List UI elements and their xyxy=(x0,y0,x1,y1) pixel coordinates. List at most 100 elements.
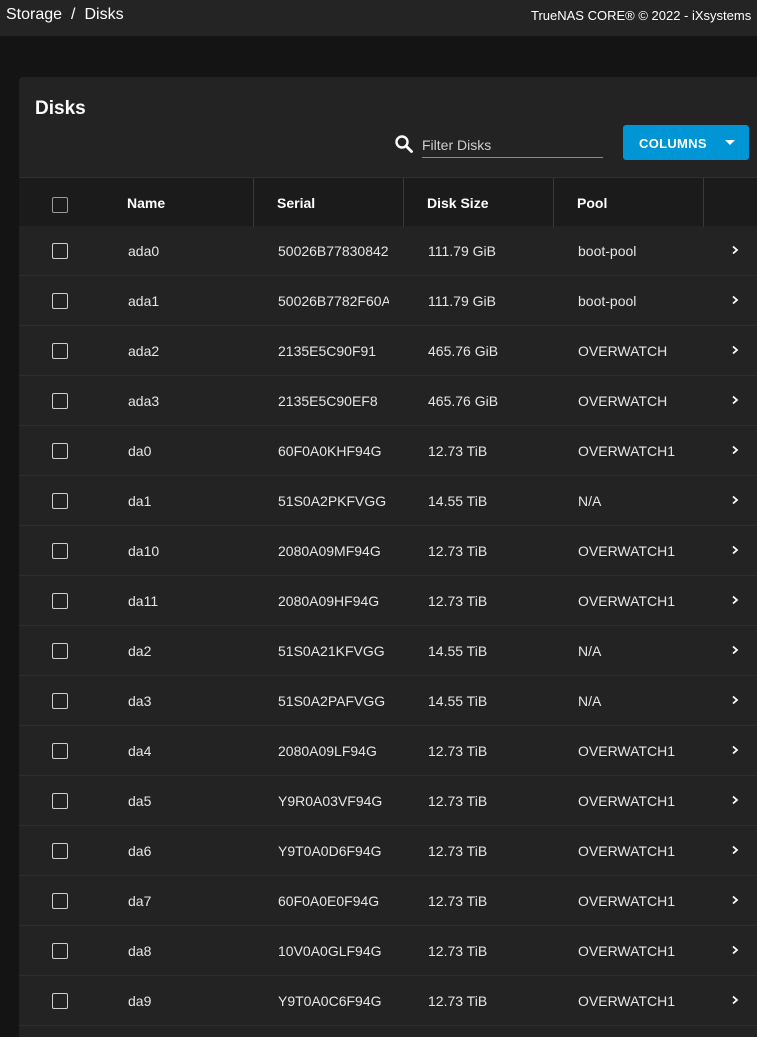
table-row[interactable]: da5 Y9R0A03VF94G 12.73 TiB OVERWATCH1 xyxy=(19,776,757,826)
disk-size: 12.73 TiB xyxy=(428,943,488,959)
row-checkbox[interactable] xyxy=(52,243,68,259)
chevron-right-icon[interactable] xyxy=(731,795,739,805)
table-body: ada0 50026B77830842 111.79 GiB boot-pool ada… xyxy=(19,226,757,1026)
breadcrumb-separator: / xyxy=(71,6,76,23)
disk-serial: 2080A09LF94G xyxy=(278,743,377,759)
disk-name: da3 xyxy=(128,693,152,709)
chevron-right-icon[interactable] xyxy=(731,695,739,705)
disk-size: 12.73 TiB xyxy=(428,893,488,909)
column-header-pool[interactable]: Pool xyxy=(577,195,607,211)
disk-pool: OVERWATCH1 xyxy=(578,843,675,859)
chevron-right-icon[interactable] xyxy=(731,645,739,655)
disk-pool: OVERWATCH1 xyxy=(578,593,675,609)
disk-pool: OVERWATCH xyxy=(578,343,668,359)
column-header-name[interactable]: Name xyxy=(127,195,165,211)
table-row[interactable]: da11 2080A09HF94G 12.73 TiB OVERWATCH1 xyxy=(19,576,757,626)
column-divider xyxy=(403,178,404,227)
chevron-right-icon[interactable] xyxy=(731,445,739,455)
table-row[interactable]: da4 2080A09LF94G 12.73 TiB OVERWATCH1 xyxy=(19,726,757,776)
disk-pool: OVERWATCH1 xyxy=(578,793,675,809)
disk-pool: OVERWATCH1 xyxy=(578,943,675,959)
table-row[interactable]: da9 Y9T0A0C6F94G 12.73 TiB OVERWATCH1 xyxy=(19,976,757,1026)
disk-name: ada1 xyxy=(128,293,160,309)
disk-serial: 60F0A0KHF94G xyxy=(278,443,382,459)
row-checkbox[interactable] xyxy=(52,793,68,809)
disk-pool: N/A xyxy=(578,643,602,659)
select-all-checkbox[interactable] xyxy=(52,197,68,213)
disk-pool: boot-pool xyxy=(578,293,637,309)
disk-size: 465.76 GiB xyxy=(428,393,499,409)
chevron-right-icon[interactable] xyxy=(731,345,739,355)
disk-serial: 60F0A0E0F94G xyxy=(278,893,380,909)
columns-button[interactable]: COLUMNS xyxy=(623,125,749,160)
table-row[interactable]: da0 60F0A0KHF94G 12.73 TiB OVERWATCH1 xyxy=(19,426,757,476)
chevron-right-icon[interactable] xyxy=(731,845,739,855)
row-checkbox[interactable] xyxy=(52,643,68,659)
disk-name: da8 xyxy=(128,943,152,959)
disk-serial: 10V0A0GLF94G xyxy=(278,943,382,959)
disk-serial: 51S0A21KFVGG xyxy=(278,643,385,659)
chevron-right-icon[interactable] xyxy=(731,245,739,255)
disk-serial: 50026B7782F60A xyxy=(278,293,389,309)
table-row[interactable]: da8 10V0A0GLF94G 12.73 TiB OVERWATCH1 xyxy=(19,926,757,976)
filter-disks-input[interactable] xyxy=(422,133,603,158)
chevron-right-icon[interactable] xyxy=(731,295,739,305)
table-row[interactable]: da1 51S0A2PKFVGG 14.55 TiB N/A xyxy=(19,476,757,526)
row-checkbox[interactable] xyxy=(52,893,68,909)
row-checkbox[interactable] xyxy=(52,543,68,559)
table-row[interactable]: ada1 50026B7782F60A 111.79 GiB boot-pool xyxy=(19,276,757,326)
disk-serial: 2135E5C90F91 xyxy=(278,343,377,359)
disk-name: ada0 xyxy=(128,243,160,259)
disk-pool: OVERWATCH1 xyxy=(578,443,675,459)
row-checkbox[interactable] xyxy=(52,843,68,859)
table-row[interactable]: ada3 2135E5C90EF8 465.76 GiB OVERWATCH xyxy=(19,376,757,426)
disk-name: da9 xyxy=(128,993,152,1009)
row-checkbox[interactable] xyxy=(52,293,68,309)
disk-size: 14.55 TiB xyxy=(428,643,488,659)
chevron-right-icon[interactable] xyxy=(731,745,739,755)
chevron-right-icon[interactable] xyxy=(731,395,739,405)
disk-serial: 50026B77830842 xyxy=(278,243,389,259)
table-row[interactable]: da3 51S0A2PAFVGG 14.55 TiB N/A xyxy=(19,676,757,726)
disk-name: da7 xyxy=(128,893,152,909)
row-checkbox[interactable] xyxy=(52,693,68,709)
chevron-right-icon[interactable] xyxy=(731,595,739,605)
row-checkbox[interactable] xyxy=(52,943,68,959)
column-header-serial[interactable]: Serial xyxy=(277,195,315,211)
table-row[interactable]: ada2 2135E5C90F91 465.76 GiB OVERWATCH xyxy=(19,326,757,376)
column-header-disk-size[interactable]: Disk Size xyxy=(427,195,488,211)
table-row[interactable]: da6 Y9T0A0D6F94G 12.73 TiB OVERWATCH1 xyxy=(19,826,757,876)
table-row[interactable]: ada0 50026B77830842 111.79 GiB boot-pool xyxy=(19,226,757,276)
column-divider xyxy=(703,178,704,227)
chevron-right-icon[interactable] xyxy=(731,995,739,1005)
chevron-right-icon[interactable] xyxy=(731,495,739,505)
row-checkbox[interactable] xyxy=(52,993,68,1009)
disk-name: da5 xyxy=(128,793,152,809)
disk-size: 111.79 GiB xyxy=(428,293,496,309)
disk-size: 14.55 TiB xyxy=(428,693,488,709)
row-checkbox[interactable] xyxy=(52,393,68,409)
row-checkbox[interactable] xyxy=(52,593,68,609)
row-checkbox[interactable] xyxy=(52,443,68,459)
table-row[interactable]: da2 51S0A21KFVGG 14.55 TiB N/A xyxy=(19,626,757,676)
table-row[interactable]: da10 2080A09MF94G 12.73 TiB OVERWATCH1 xyxy=(19,526,757,576)
table-row[interactable]: da7 60F0A0E0F94G 12.73 TiB OVERWATCH1 xyxy=(19,876,757,926)
disk-pool: OVERWATCH1 xyxy=(578,893,675,909)
disk-name: da6 xyxy=(128,843,152,859)
disk-serial: 51S0A2PAFVGG xyxy=(278,693,386,709)
breadcrumb-storage[interactable]: Storage xyxy=(6,6,62,23)
row-checkbox[interactable] xyxy=(52,743,68,759)
search-icon xyxy=(395,135,413,153)
disk-serial: Y9R0A03VF94G xyxy=(278,793,383,809)
chevron-right-icon[interactable] xyxy=(731,545,739,555)
chevron-right-icon[interactable] xyxy=(731,945,739,955)
breadcrumb-disks: Disks xyxy=(84,6,124,23)
disk-pool: OVERWATCH1 xyxy=(578,993,675,1009)
copyright-text[interactable]: TrueNAS CORE® © 2022 - iXsystems xyxy=(531,8,751,23)
chevron-right-icon[interactable] xyxy=(731,895,739,905)
row-checkbox[interactable] xyxy=(52,493,68,509)
column-divider xyxy=(553,178,554,227)
disk-pool: OVERWATCH1 xyxy=(578,543,675,559)
disk-size: 12.73 TiB xyxy=(428,843,488,859)
row-checkbox[interactable] xyxy=(52,343,68,359)
